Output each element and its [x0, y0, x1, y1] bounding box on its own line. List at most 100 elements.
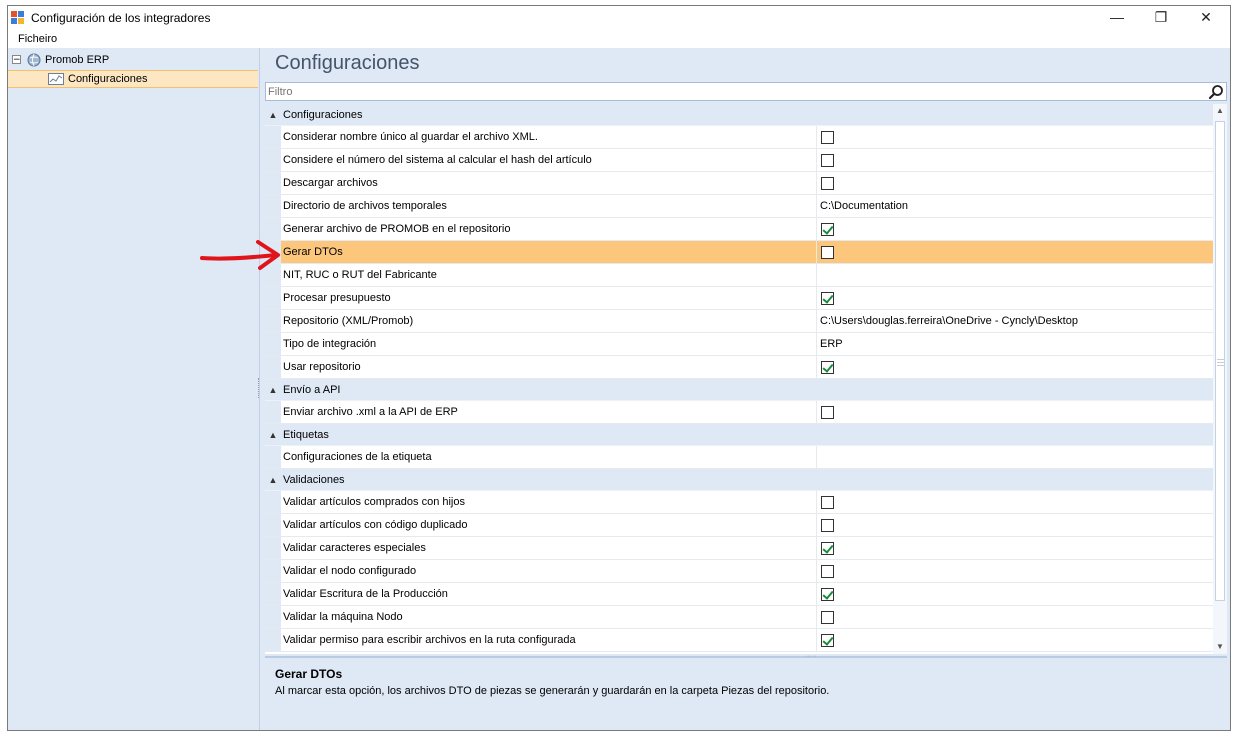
- property-checkbox[interactable]: [821, 518, 834, 532]
- property-row[interactable]: Enviar archivo .xml a la API de ERP: [265, 401, 1213, 424]
- property-checkbox[interactable]: [821, 176, 834, 190]
- property-value[interactable]: [817, 629, 1213, 651]
- property-row[interactable]: Usar repositorio: [265, 356, 1213, 379]
- property-value[interactable]: [817, 401, 1213, 423]
- category-header[interactable]: ▲ Envío a API: [265, 379, 1213, 401]
- property-row[interactable]: Validar caracteres especiales: [265, 537, 1213, 560]
- property-value[interactable]: [817, 172, 1213, 194]
- property-value[interactable]: C:\Users\douglas.ferreira\OneDrive - Cyn…: [817, 310, 1213, 332]
- property-checkbox[interactable]: [821, 405, 834, 419]
- property-name[interactable]: Considere el número del sistema al calcu…: [281, 149, 817, 171]
- property-row[interactable]: NIT, RUC o RUT del Fabricante: [265, 264, 1213, 287]
- property-name[interactable]: Generar archivo de PROMOB en el reposito…: [281, 218, 817, 240]
- property-checkbox[interactable]: [821, 564, 834, 578]
- property-row[interactable]: Validar artículos con código duplicado: [265, 514, 1213, 537]
- collapse-icon[interactable]: ▲: [265, 430, 281, 440]
- property-value[interactable]: [817, 356, 1213, 378]
- property-row[interactable]: Directorio de archivos temporales C:\Docu…: [265, 195, 1213, 218]
- property-checkbox[interactable]: [821, 633, 834, 647]
- property-checkbox[interactable]: [821, 245, 834, 259]
- property-name[interactable]: Validar artículos comprados con hijos: [281, 491, 817, 513]
- property-name[interactable]: Usar repositorio: [281, 356, 817, 378]
- property-value[interactable]: [817, 287, 1213, 309]
- collapse-icon[interactable]: −: [12, 55, 21, 65]
- property-value[interactable]: [817, 241, 1213, 263]
- row-indent: [265, 606, 281, 628]
- property-name[interactable]: Repositorio (XML/Promob): [281, 310, 817, 332]
- property-row[interactable]: Tipo de integración ERP: [265, 333, 1213, 356]
- property-checkbox[interactable]: [821, 360, 834, 374]
- property-value[interactable]: [817, 583, 1213, 605]
- property-checkbox[interactable]: [821, 587, 834, 601]
- property-row[interactable]: Considere el número del sistema al calcu…: [265, 149, 1213, 172]
- property-value[interactable]: ERP: [817, 333, 1213, 355]
- category-header[interactable]: ▲ Validaciones: [265, 469, 1213, 491]
- property-name[interactable]: Configuraciones de la etiqueta: [281, 446, 817, 468]
- property-checkbox[interactable]: [821, 222, 834, 236]
- scroll-down-icon[interactable]: ▼: [1213, 640, 1227, 654]
- property-value[interactable]: [817, 514, 1213, 536]
- property-checkbox[interactable]: [821, 130, 834, 144]
- property-checkbox[interactable]: [821, 541, 834, 555]
- property-row[interactable]: Procesar presupuesto: [265, 287, 1213, 310]
- property-name[interactable]: Validar el nodo configurado: [281, 560, 817, 582]
- property-value[interactable]: [817, 606, 1213, 628]
- scroll-thumb[interactable]: — — —: [1215, 121, 1225, 601]
- property-row[interactable]: Validar Escritura de la Producción: [265, 583, 1213, 606]
- filter-input[interactable]: [268, 85, 1188, 98]
- property-name[interactable]: Considerar nombre único al guardar el ar…: [281, 126, 817, 148]
- property-row[interactable]: Descargar archivos: [265, 172, 1213, 195]
- search-icon[interactable]: [1208, 84, 1224, 100]
- property-checkbox[interactable]: [821, 610, 834, 624]
- property-name[interactable]: Validar artículos con código duplicado: [281, 514, 817, 536]
- property-name[interactable]: Enviar archivo .xml a la API de ERP: [281, 401, 817, 423]
- property-value[interactable]: [817, 149, 1213, 171]
- property-value[interactable]: [817, 264, 1213, 286]
- property-row[interactable]: Generar archivo de PROMOB en el reposito…: [265, 218, 1213, 241]
- collapse-icon[interactable]: ▲: [265, 475, 281, 485]
- collapse-icon[interactable]: ▲: [265, 110, 281, 120]
- minimize-button[interactable]: —: [1094, 6, 1140, 28]
- tree-node-promob-erp[interactable]: − Promob ERP: [8, 51, 258, 68]
- property-name[interactable]: Validar Escritura de la Producción: [281, 583, 817, 605]
- scroll-up-icon[interactable]: ▲: [1213, 104, 1227, 118]
- tree-node-configuraciones[interactable]: Configuraciones: [8, 70, 258, 88]
- property-name[interactable]: Validar permiso para escribir archivos e…: [281, 629, 817, 651]
- restore-button[interactable]: ❐: [1138, 6, 1184, 28]
- category-header[interactable]: ▲ Etiquetas: [265, 424, 1213, 446]
- property-checkbox[interactable]: [821, 495, 834, 509]
- menu-ficheiro[interactable]: Ficheiro: [18, 33, 57, 45]
- property-row[interactable]: Validar permiso para escribir archivos e…: [265, 629, 1213, 652]
- property-value[interactable]: [817, 126, 1213, 148]
- property-row[interactable]: Validar el nodo configurado: [265, 560, 1213, 583]
- property-name[interactable]: Procesar presupuesto: [281, 287, 817, 309]
- property-value[interactable]: [817, 446, 1213, 468]
- grip-icon[interactable]: ·····: [805, 653, 817, 660]
- property-row[interactable]: Considerar nombre único al guardar el ar…: [265, 126, 1213, 149]
- property-row[interactable]: Gerar DTOs: [265, 241, 1213, 264]
- category-label: Envío a API: [283, 383, 341, 396]
- close-button[interactable]: ✕: [1183, 6, 1229, 28]
- property-name[interactable]: NIT, RUC o RUT del Fabricante: [281, 264, 817, 286]
- property-value[interactable]: C:\Documentation: [817, 195, 1213, 217]
- property-name[interactable]: Validar caracteres especiales: [281, 537, 817, 559]
- row-indent: [265, 583, 281, 605]
- property-value[interactable]: [817, 537, 1213, 559]
- property-name[interactable]: Gerar DTOs: [281, 241, 817, 263]
- property-row[interactable]: Validar la máquina Nodo: [265, 606, 1213, 629]
- property-name[interactable]: Directorio de archivos temporales: [281, 195, 817, 217]
- category-header[interactable]: ▲ Configuraciones: [265, 104, 1213, 126]
- property-value[interactable]: [817, 560, 1213, 582]
- property-row[interactable]: Repositorio (XML/Promob) C:\Users\douglas…: [265, 310, 1213, 333]
- property-checkbox[interactable]: [821, 153, 834, 167]
- property-value[interactable]: [817, 218, 1213, 240]
- collapse-icon[interactable]: ▲: [265, 385, 281, 395]
- property-name[interactable]: Validar la máquina Nodo: [281, 606, 817, 628]
- property-value[interactable]: [817, 491, 1213, 513]
- property-row[interactable]: Configuraciones de la etiqueta: [265, 446, 1213, 469]
- property-name[interactable]: Tipo de integración: [281, 333, 817, 355]
- vertical-scrollbar[interactable]: ▲ — — — ▼: [1213, 104, 1227, 654]
- property-row[interactable]: Validar artículos comprados con hijos: [265, 491, 1213, 514]
- property-name[interactable]: Descargar archivos: [281, 172, 817, 194]
- property-checkbox[interactable]: [821, 291, 834, 305]
